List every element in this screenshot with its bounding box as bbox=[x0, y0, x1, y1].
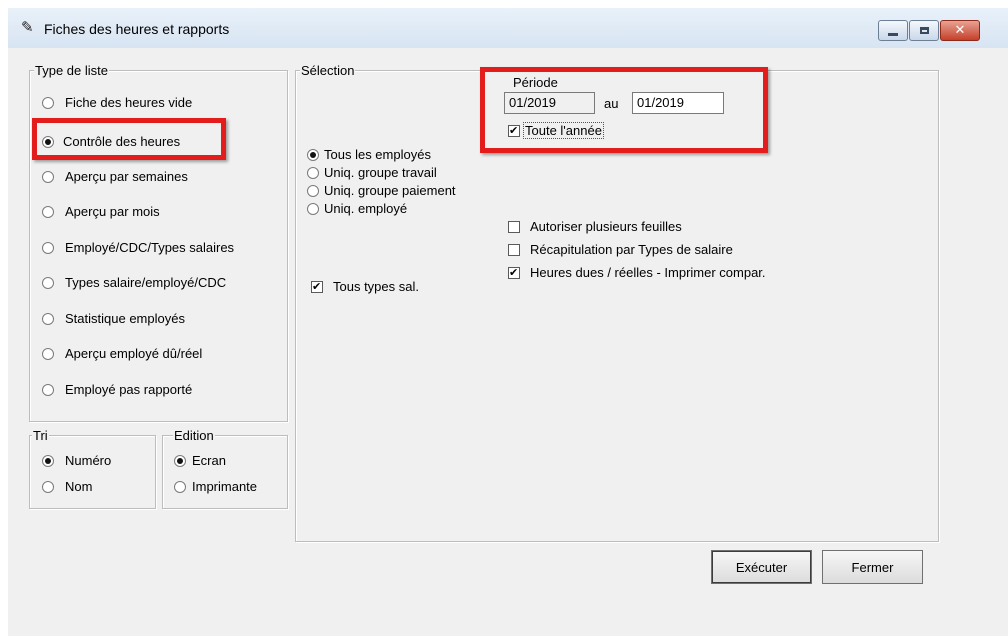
radio-groupe-travail[interactable] bbox=[307, 167, 319, 179]
radio-groupe-paiement[interactable] bbox=[307, 185, 319, 197]
label-groupe-travail[interactable]: Uniq. groupe travail bbox=[324, 165, 437, 181]
close-button[interactable]: Fermer bbox=[822, 550, 923, 584]
label-employe-pas-rapporte[interactable]: Employé pas rapporté bbox=[65, 382, 192, 398]
label-tri-nom[interactable]: Nom bbox=[65, 479, 92, 495]
edition-legend: Edition bbox=[173, 428, 215, 443]
radio-employe-cdc-types[interactable] bbox=[42, 242, 54, 254]
label-heures-dues[interactable]: Heures dues / réelles - Imprimer compar. bbox=[530, 265, 766, 281]
label-fiche-heures-vide[interactable]: Fiche des heures vide bbox=[65, 95, 192, 111]
close-icon: ✕ bbox=[954, 23, 966, 38]
label-types-salaire-employe[interactable]: Types salaire/employé/CDC bbox=[65, 275, 226, 291]
tri-legend: Tri bbox=[32, 428, 49, 443]
title-bar[interactable]: ✎ Fiches des heures et rapports ✕ bbox=[8, 8, 1008, 48]
radio-apercu-mois[interactable] bbox=[42, 206, 54, 218]
radio-edition-ecran[interactable] bbox=[174, 455, 186, 467]
highlight-controle-heures bbox=[32, 118, 226, 160]
radio-edition-imprimante[interactable] bbox=[174, 481, 186, 493]
radio-apercu-semaines[interactable] bbox=[42, 171, 54, 183]
label-tous-types-sal[interactable]: Tous types sal. bbox=[333, 279, 419, 295]
label-edition-ecran[interactable]: Ecran bbox=[192, 453, 226, 469]
label-recapitulation[interactable]: Récapitulation par Types de salaire bbox=[530, 242, 733, 258]
close-window-button[interactable]: ✕ bbox=[940, 20, 980, 41]
selection-legend: Sélection bbox=[300, 63, 356, 78]
minimize-button[interactable] bbox=[878, 20, 908, 41]
radio-tous-employes[interactable] bbox=[307, 149, 319, 161]
highlight-periode bbox=[480, 67, 768, 153]
label-groupe-paiement[interactable]: Uniq. groupe paiement bbox=[324, 183, 456, 199]
label-statistique-employes[interactable]: Statistique employés bbox=[65, 311, 185, 327]
label-apercu-employe-du-reel[interactable]: Aperçu employé dû/réel bbox=[65, 346, 202, 362]
label-apercu-mois[interactable]: Aperçu par mois bbox=[65, 204, 160, 220]
checkbox-recapitulation[interactable] bbox=[508, 244, 520, 256]
radio-employe-pas-rapporte[interactable] bbox=[42, 384, 54, 396]
dialog-window: ✎ Fiches des heures et rapports ✕ Type d… bbox=[8, 8, 1008, 636]
maximize-button[interactable] bbox=[909, 20, 939, 41]
radio-tri-nom[interactable] bbox=[42, 481, 54, 493]
label-tous-employes[interactable]: Tous les employés bbox=[324, 147, 431, 163]
radio-fiche-heures-vide[interactable] bbox=[42, 97, 54, 109]
radio-statistique-employes[interactable] bbox=[42, 313, 54, 325]
minimize-icon bbox=[888, 33, 898, 36]
label-tri-numero[interactable]: Numéro bbox=[65, 453, 111, 469]
label-apercu-semaines[interactable]: Aperçu par semaines bbox=[65, 169, 188, 185]
maximize-icon bbox=[919, 27, 929, 34]
label-plusieurs-feuilles[interactable]: Autoriser plusieurs feuilles bbox=[530, 219, 682, 235]
label-edition-imprimante[interactable]: Imprimante bbox=[192, 479, 257, 495]
edition-group: Edition bbox=[162, 428, 288, 509]
close-button-label: Fermer bbox=[851, 559, 894, 575]
radio-apercu-employe-du-reel[interactable] bbox=[42, 348, 54, 360]
checkbox-tous-types-sal[interactable] bbox=[311, 278, 323, 295]
type-de-liste-legend: Type de liste bbox=[34, 63, 109, 78]
paperclip-icon: ✎ bbox=[21, 19, 34, 36]
label-employe-cdc-types[interactable]: Employé/CDC/Types salaires bbox=[65, 240, 234, 256]
window-title: Fiches des heures et rapports bbox=[44, 21, 230, 37]
label-uniq-employe[interactable]: Uniq. employé bbox=[324, 201, 407, 217]
execute-button[interactable]: Exécuter bbox=[711, 550, 812, 584]
radio-tri-numero[interactable] bbox=[42, 455, 54, 467]
checkbox-plusieurs-feuilles[interactable] bbox=[508, 221, 520, 233]
radio-uniq-employe[interactable] bbox=[307, 203, 319, 215]
tri-group: Tri bbox=[29, 428, 156, 509]
execute-button-label: Exécuter bbox=[735, 559, 788, 575]
checkbox-heures-dues[interactable] bbox=[508, 264, 520, 281]
radio-types-salaire-employe[interactable] bbox=[42, 277, 54, 289]
